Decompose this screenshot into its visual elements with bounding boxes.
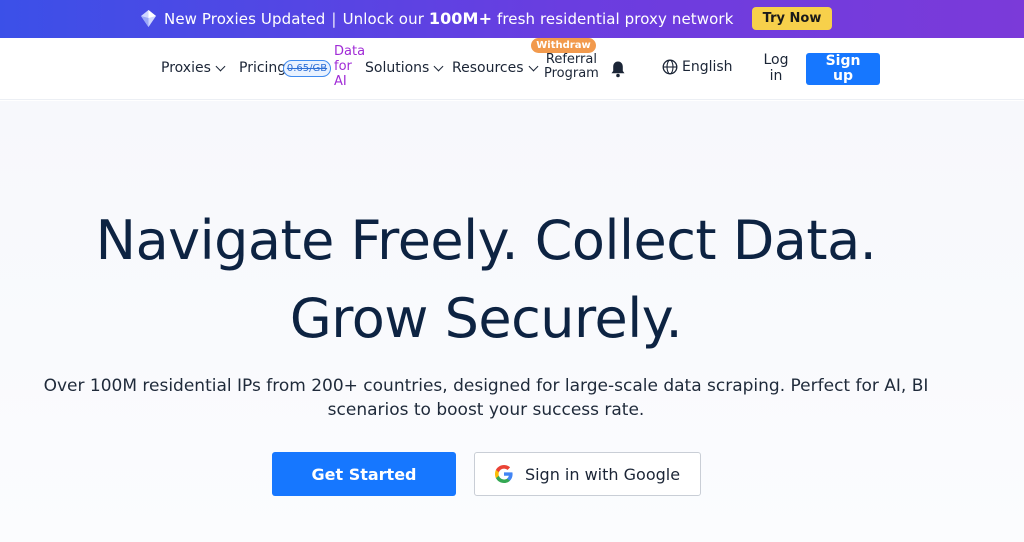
referral-line: Program (544, 66, 599, 81)
nav-item-data-for-ai[interactable]: Data for AI (334, 44, 365, 89)
top-nav: Proxies Pricing 0.65/GB Data for AI Solu… (0, 38, 1024, 100)
chevron-down-icon (433, 61, 444, 71)
globe-icon (662, 59, 678, 75)
nav-item-pricing[interactable]: Pricing (239, 60, 286, 76)
promo-text-mid: Unlock our (342, 10, 424, 28)
ai-link-line: Data (334, 44, 366, 59)
promo-text-start: New Proxies Updated (164, 10, 326, 28)
login-line: in (769, 68, 783, 84)
chevron-down-icon (528, 61, 538, 71)
login-link[interactable]: Log in (760, 52, 792, 84)
ai-link-line: AI (334, 74, 347, 89)
chevron-down-icon (215, 61, 226, 71)
nav-item-referral-program[interactable]: Referral Program (544, 53, 599, 81)
signup-line: Sign (825, 53, 861, 69)
referral-line: Referral (545, 52, 597, 67)
price-badge-value: 0.65/GB (286, 63, 328, 74)
diamond-icon (140, 9, 157, 28)
hero-headline-line1: Navigate Freely. Collect Data. (95, 209, 877, 272)
try-now-button[interactable]: Try Now (752, 7, 832, 30)
nav-item-resources[interactable]: Resources (452, 60, 538, 76)
withdraw-badge: Withdraw (531, 38, 596, 53)
nav-item-proxies[interactable]: Proxies (161, 60, 226, 76)
nav-item-label: Resources (452, 60, 524, 76)
promo-text: New Proxies Updated | Unlock our 100M+ fre… (164, 9, 733, 28)
google-signin-button[interactable]: Sign in with Google (474, 452, 701, 496)
ai-link-line: for (334, 59, 352, 74)
hero-subtitle: Over 100M residential IPs from 200+ coun… (40, 374, 932, 422)
promo-text-end: fresh residential proxy network (496, 10, 734, 28)
signup-line: up (833, 68, 853, 84)
google-signin-label: Sign in with Google (524, 464, 681, 484)
signup-button[interactable]: Sign up (806, 53, 880, 85)
language-selector[interactable]: English (662, 59, 733, 75)
nav-item-solutions[interactable]: Solutions (365, 60, 444, 76)
promo-highlight: 100M+ (428, 9, 493, 28)
get-started-button[interactable]: Get Started (272, 452, 456, 496)
hero-headline-line2: Grow Securely. (289, 287, 683, 350)
hero-subtitle-line: Over 100M residential IPs from 200+ coun… (43, 376, 929, 396)
language-label: English (682, 59, 733, 75)
nav-item-label: Proxies (161, 60, 211, 76)
promo-separator: | (331, 10, 337, 28)
nav-item-label: Pricing (239, 60, 287, 76)
promo-banner[interactable]: New Proxies Updated | Unlock our 100M+ fre… (0, 0, 1024, 38)
nav-item-label: Solutions (365, 60, 430, 76)
price-badge[interactable]: 0.65/GB (283, 60, 331, 77)
bell-icon[interactable] (610, 60, 626, 78)
hero-subtitle-line: scenarios to boost your success rate. (327, 400, 645, 420)
google-icon (494, 465, 513, 483)
login-line: Log (763, 52, 789, 68)
